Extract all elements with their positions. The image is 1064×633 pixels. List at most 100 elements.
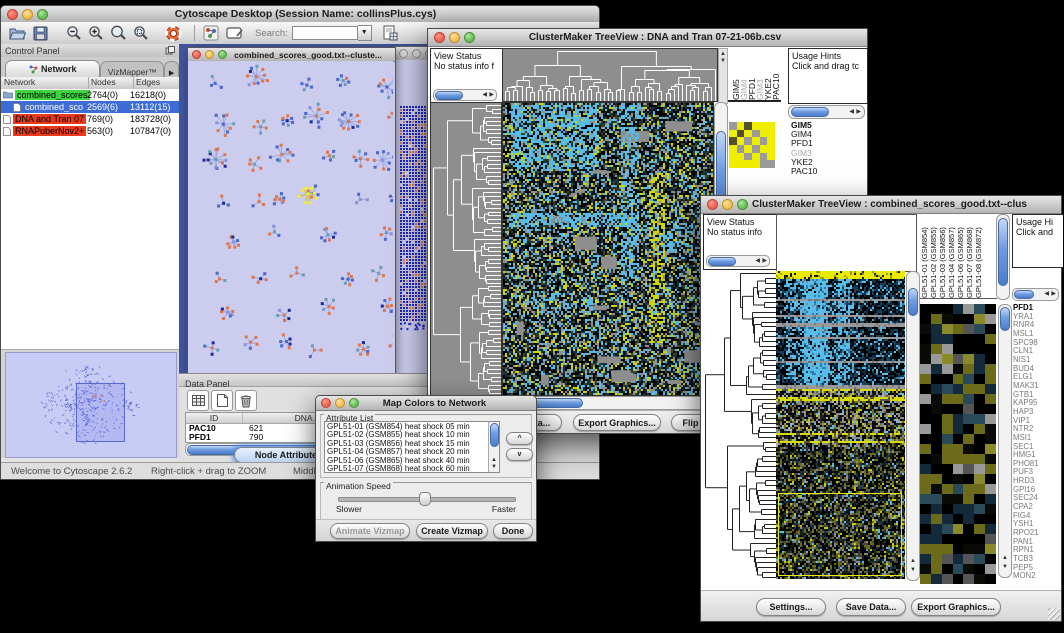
column-label[interactable]: GPL51-01 (GSM854) — [920, 214, 929, 298]
tv1-row-labels[interactable]: GIM5GIM4PFD1GIM3YKE2PAC10 — [791, 121, 861, 181]
save-data-button[interactable]: Save Data... — [836, 598, 906, 616]
minimize-icon[interactable] — [205, 50, 214, 59]
minimize-icon[interactable] — [449, 32, 460, 43]
zoom-fit-icon[interactable] — [110, 25, 127, 41]
minimize-icon[interactable] — [412, 49, 421, 58]
gene-label[interactable]: MON2 — [1013, 572, 1059, 581]
tv2-row-dendrogram[interactable] — [703, 271, 776, 579]
close-icon[interactable] — [321, 398, 331, 408]
tab-vizmapper[interactable]: VizMapper™ — [100, 61, 164, 77]
column-label[interactable]: GPL51-07 (GSM868) — [965, 214, 974, 298]
close-icon[interactable] — [192, 50, 201, 59]
zoom-window-icon[interactable] — [737, 199, 748, 210]
speed-slider-thumb[interactable] — [419, 492, 431, 506]
col-nodes[interactable]: Nodes — [89, 77, 134, 89]
main-title-bar[interactable]: Cytoscape Desktop (Session Name: collins… — [1, 6, 599, 23]
tv1-row-dendrogram[interactable] — [430, 102, 502, 396]
search-dropdown-icon[interactable]: ▼ — [358, 25, 372, 41]
zoom-region-icon[interactable] — [133, 25, 149, 41]
settings-button[interactable]: Settings... — [756, 598, 826, 616]
done-button[interactable]: Done — [493, 523, 533, 539]
resize-grip[interactable] — [1048, 608, 1060, 620]
birdseye-view[interactable] — [5, 352, 177, 458]
column-label[interactable]: PFD1 — [747, 48, 755, 100]
tv2-column-labels[interactable]: GPL51-01 (GSM854)GPL51-02 (GSM855)GPL51-… — [917, 214, 997, 299]
tv2-title-bar[interactable]: ClusterMaker TreeView : combined_scores_… — [701, 196, 1061, 214]
tv2-hints-hscrollbar[interactable]: ◀▶ — [1012, 288, 1059, 301]
column-label[interactable]: GPL51-04 (GSM857) — [947, 214, 956, 298]
attribute-item[interactable]: GPL51-07 (GSM868) heat shock 60 min — [327, 465, 499, 473]
search-input[interactable] — [292, 26, 358, 40]
tv2-heatmap[interactable] — [776, 271, 905, 579]
minimize-icon[interactable] — [22, 9, 33, 20]
zoom-window-icon[interactable] — [464, 32, 475, 43]
help-ring-icon[interactable] — [165, 25, 182, 42]
column-label[interactable]: PAC10 — [771, 48, 779, 100]
tv1-hints-hscrollbar[interactable]: ◀▶ — [788, 105, 865, 119]
network-table-row[interactable]: DNA and Tran 07 769(0) 183728(0) — [1, 113, 179, 125]
tab-network[interactable]: Network — [5, 60, 100, 77]
close-icon[interactable] — [399, 49, 408, 58]
tab-overflow[interactable]: ▶ — [164, 61, 179, 77]
col-network[interactable]: Network — [1, 77, 89, 89]
tv2-zoom-heatmap[interactable] — [920, 304, 996, 584]
network-view[interactable] — [188, 61, 393, 373]
vs-hscrollbar[interactable]: ◀▶ — [433, 89, 497, 101]
tv1-title-bar[interactable]: ClusterMaker TreeView : DNA and Tran 07-… — [428, 29, 867, 47]
move-down-button[interactable]: v — [506, 448, 533, 461]
tv1-column-dendrogram[interactable] — [502, 48, 718, 102]
minimize-icon[interactable] — [722, 199, 733, 210]
column-label[interactable]: GPL51-02 (GSM855) — [929, 214, 938, 298]
tv1-column-labels[interactable]: GIM5GIM4PFD1GIM3YKE2PAC10 — [728, 48, 781, 102]
zoom-window-icon[interactable] — [349, 398, 359, 408]
tv2-heatmap-vscrollbar[interactable]: ▲▼ — [906, 271, 920, 581]
zoom-window-icon[interactable] — [218, 50, 227, 59]
export-graphics-button[interactable]: Export Graphics... — [911, 598, 1001, 616]
create-vizmap-button[interactable]: Create Vizmap — [416, 523, 488, 539]
tv1-heatmap[interactable] — [502, 102, 714, 396]
close-icon[interactable] — [7, 9, 18, 20]
tv2-gene-labels[interactable]: PFD1YRA1RNR4MSL1SPC98CLN1NIS1BUD4ELG1MAK… — [1013, 304, 1059, 581]
column-label[interactable]: GIM3 — [755, 48, 763, 100]
zoom-out-icon[interactable] — [66, 25, 82, 41]
network-table-row[interactable]: combined_scores 2764(0) 16218(0) — [1, 89, 179, 101]
dialog-title-bar[interactable]: Map Colors to Network — [316, 396, 536, 411]
attribute-listbox[interactable]: GPL51-01 (GSM854) heat shock 05 minGPL51… — [324, 421, 500, 473]
zoom-window-icon[interactable] — [37, 9, 48, 20]
export-graphics-button[interactable]: Export Graphics... — [573, 414, 661, 431]
zoom-in-icon[interactable] — [88, 25, 104, 41]
trash-icon[interactable] — [235, 390, 257, 411]
column-label[interactable]: GPL51-06 (GSM865) — [956, 214, 965, 298]
dp-col-id[interactable]: ID — [186, 413, 243, 423]
tv2-labels-vscrollbar[interactable] — [996, 214, 1010, 300]
move-up-button[interactable]: ^ — [506, 432, 533, 445]
tv1-dendro-strip[interactable]: ▲▼ — [718, 48, 728, 104]
float-panel-icon[interactable] — [165, 46, 179, 55]
close-icon[interactable] — [434, 32, 445, 43]
network-table-row[interactable]: RNAPuberNov2+ 563(0) 107847(0) — [1, 125, 179, 137]
save-icon[interactable] — [33, 26, 48, 41]
window-title: combined_scores_good.txt--cluste... — [231, 50, 385, 60]
attribute-sheet-icon[interactable] — [382, 25, 398, 41]
col-edges[interactable]: Edges — [134, 77, 179, 89]
import-network-icon[interactable] — [203, 25, 219, 41]
animate-vizmap-button[interactable]: Animate Vizmap — [330, 523, 410, 539]
tv2-gene-vscrollbar[interactable]: ▲▼ — [998, 304, 1012, 578]
column-label[interactable]: GPL51-08 (GSM872) — [974, 214, 983, 298]
table-icon[interactable] — [187, 390, 209, 411]
column-label[interactable]: GIM5 — [731, 48, 739, 100]
attribute-list-vscrollbar[interactable]: ▲▼ — [488, 422, 499, 472]
new-doc-icon[interactable] — [211, 390, 233, 411]
tv1-zoom-matrix[interactable] — [729, 122, 775, 168]
column-label[interactable]: GIM4 — [739, 48, 747, 100]
annotation-icon[interactable] — [226, 26, 243, 41]
vs2-hscrollbar[interactable]: ◀▶ — [706, 255, 770, 267]
row-label[interactable]: PAC10 — [791, 167, 861, 176]
column-label[interactable]: YKE2 — [763, 48, 771, 100]
close-icon[interactable] — [707, 199, 718, 210]
column-label[interactable]: GPL51-03 (GSM856) — [938, 214, 947, 298]
network-table-row[interactable]: combined_sco 2569(6) 13112(15) — [1, 101, 179, 113]
minimize-icon[interactable] — [335, 398, 345, 408]
tv2-column-dendrogram[interactable] — [776, 214, 917, 272]
open-icon[interactable] — [9, 26, 26, 41]
